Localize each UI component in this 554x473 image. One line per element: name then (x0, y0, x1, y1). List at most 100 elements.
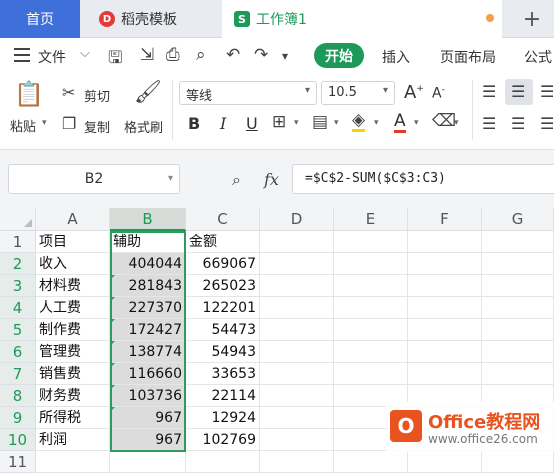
cell-f11[interactable] (408, 451, 482, 473)
cell-e7[interactable] (334, 363, 408, 385)
cell-a5[interactable]: 制作费 (36, 319, 110, 341)
cell-b2[interactable]: 404044 (110, 253, 186, 275)
cell-f2[interactable] (408, 253, 482, 275)
row-header[interactable]: 6 (0, 341, 36, 363)
cell-f1[interactable] (408, 231, 482, 253)
paste-icon[interactable]: 📋 (14, 80, 44, 108)
cell-c8[interactable]: 22114 (186, 385, 260, 407)
new-tab-button[interactable]: + (510, 0, 554, 38)
fx-icon[interactable]: fx (264, 170, 279, 189)
cell-b7[interactable]: 116660 (110, 363, 186, 385)
bold-button[interactable]: B (188, 114, 200, 133)
align-bottom-icon[interactable]: ☰ (540, 82, 554, 101)
row-header[interactable]: 1 (0, 231, 36, 253)
print-preview-icon[interactable]: ⌕ (196, 45, 206, 65)
cell-e6[interactable] (334, 341, 408, 363)
cell-e2[interactable] (334, 253, 408, 275)
row-header[interactable]: 7 (0, 363, 36, 385)
cell-g4[interactable] (482, 297, 554, 319)
row-header[interactable]: 3 (0, 275, 36, 297)
font-color-icon[interactable]: A (394, 112, 406, 133)
row-header[interactable]: 9 (0, 407, 36, 429)
cell-c9[interactable]: 12924 (186, 407, 260, 429)
cell-d9[interactable] (260, 407, 334, 429)
cell-c6[interactable]: 54943 (186, 341, 260, 363)
cell-e1[interactable] (334, 231, 408, 253)
row-header[interactable]: 11 (0, 451, 36, 473)
row-header[interactable]: 10 (0, 429, 36, 451)
cell-g1[interactable] (482, 231, 554, 253)
name-box[interactable]: B2 ▾ (8, 164, 180, 194)
cell-e3[interactable] (334, 275, 408, 297)
column-header-c[interactable]: C (186, 208, 260, 231)
cell-style-icon[interactable]: ▤ (312, 112, 328, 132)
menu-file[interactable]: 文件 (38, 47, 66, 67)
cell-b8[interactable]: 103736 (110, 385, 186, 407)
cell-style-chevron-icon[interactable]: ▾ (334, 118, 339, 128)
cell-b3[interactable]: 281843 (110, 275, 186, 297)
row-header[interactable]: 2 (0, 253, 36, 275)
tab-workbook[interactable]: S 工作簿1 (222, 0, 502, 38)
row-header[interactable]: 8 (0, 385, 36, 407)
format-painter-button[interactable]: 格式刷 (124, 117, 163, 136)
cell-d7[interactable] (260, 363, 334, 385)
column-header-f[interactable]: F (408, 208, 482, 231)
cell-f7[interactable] (408, 363, 482, 385)
align-center-icon[interactable]: ☰ (511, 114, 525, 133)
cell-d10[interactable] (260, 429, 334, 451)
hamburger-icon[interactable] (14, 48, 30, 62)
cell-a7[interactable]: 销售费 (36, 363, 110, 385)
cell-c3[interactable]: 265023 (186, 275, 260, 297)
column-header-b[interactable]: B (110, 208, 186, 231)
grow-font-icon[interactable]: A+ (404, 82, 424, 103)
formula-input[interactable]: =$C$2-SUM($C$3:C3) (292, 164, 554, 194)
font-color-chevron-icon[interactable]: ▾ (414, 118, 419, 128)
chevron-down-icon[interactable]: ⌵ (80, 46, 90, 61)
cell-d2[interactable] (260, 253, 334, 275)
cell-d8[interactable] (260, 385, 334, 407)
more-chevron-icon[interactable]: ▾ (282, 49, 288, 63)
row-header[interactable]: 4 (0, 297, 36, 319)
copy-button[interactable]: 复制 (84, 117, 110, 136)
cell-c10[interactable]: 102769 (186, 429, 260, 451)
select-all-corner[interactable] (0, 208, 36, 231)
column-header-g[interactable]: G (482, 208, 554, 231)
cell-e11[interactable] (334, 451, 408, 473)
print-icon[interactable]: ⎙ (166, 45, 180, 65)
shrink-font-icon[interactable]: A- (432, 85, 445, 102)
cell-e4[interactable] (334, 297, 408, 319)
underline-button[interactable]: U (246, 114, 258, 133)
redo-icon[interactable]: ↷ (254, 45, 268, 65)
menu-formula[interactable]: 公式 (524, 47, 552, 67)
cell-g5[interactable] (482, 319, 554, 341)
border-icon[interactable]: ⊞ (272, 112, 286, 132)
font-size-select[interactable]: 10.5 ▾ (321, 81, 395, 105)
italic-button[interactable]: I (220, 114, 226, 133)
copy-icon[interactable]: ❐ (62, 114, 76, 133)
cell-d1[interactable] (260, 231, 334, 253)
menu-start[interactable]: 开始 (314, 43, 364, 68)
cell-b11[interactable] (110, 451, 186, 473)
cell-b6[interactable]: 138774 (110, 341, 186, 363)
align-top-icon[interactable]: ☰ (482, 82, 496, 101)
cell-c5[interactable]: 54473 (186, 319, 260, 341)
cell-a3[interactable]: 材料费 (36, 275, 110, 297)
cell-b5[interactable]: 172427 (110, 319, 186, 341)
column-header-e[interactable]: E (334, 208, 408, 231)
scissors-icon[interactable]: ✂ (62, 83, 75, 102)
cell-d11[interactable] (260, 451, 334, 473)
tab-template[interactable]: D 稻壳模板 (85, 0, 217, 38)
cell-f4[interactable] (408, 297, 482, 319)
fill-color-icon[interactable]: ◈ (352, 111, 366, 132)
fill-chevron-icon[interactable]: ▾ (374, 118, 379, 128)
cell-g7[interactable] (482, 363, 554, 385)
cell-d6[interactable] (260, 341, 334, 363)
font-name-select[interactable]: 等线 ▾ (179, 81, 317, 105)
align-middle-icon[interactable]: ☰ (511, 82, 525, 101)
border-chevron-icon[interactable]: ▾ (294, 118, 299, 128)
cell-c11[interactable] (186, 451, 260, 473)
row-header[interactable]: 5 (0, 319, 36, 341)
cell-a11[interactable] (36, 451, 110, 473)
export-icon[interactable]: ⇲ (140, 45, 154, 65)
cell-a1[interactable]: 项目 (36, 231, 110, 253)
